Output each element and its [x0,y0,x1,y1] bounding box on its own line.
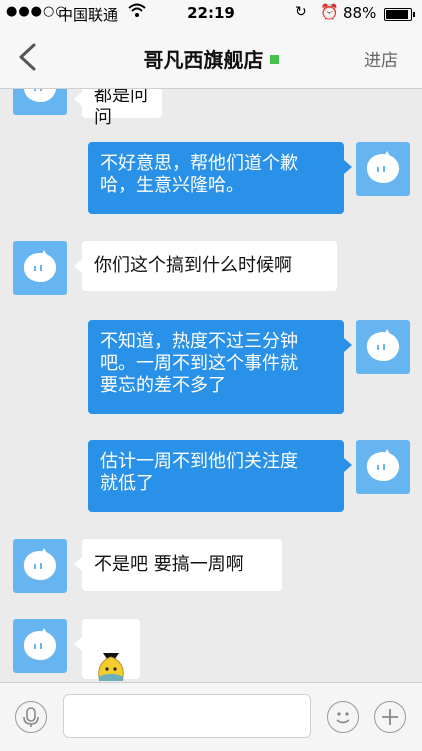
top-bar: ●●●○○ 中国联通 22:19 ↻ ⏰ 88% 哥凡西旗舰店 进店 [0,0,422,89]
message-bubble-outgoing: 估计一周不到他们关注度 就低了 [88,440,352,512]
message-bubble-outgoing: 不好意思，帮他们道个歉 哈，生意兴隆哈。 [88,142,352,214]
message-input[interactable] [63,694,311,738]
voice-button[interactable] [15,701,47,733]
chat-area[interactable]: 都是问问 不好意思，帮他们道个歉 哈，生意兴隆哈。 你们这个搞到什么时候啊 不知… [0,89,422,681]
sticker-message [74,619,140,681]
battery-percent: 88% [343,4,377,22]
input-bar [0,682,422,751]
wangwang-avatar-icon [23,250,57,282]
shop-name: 哥凡西旗舰店 [143,48,264,72]
avatar[interactable] [356,440,410,494]
emoji-icon [336,712,350,724]
message-bubble-outgoing: 不知道，热度不过三分钟 吧。一周不到这个事件就 要忘的差不多了 [88,320,352,414]
more-button[interactable] [374,701,406,733]
message-bubble-incoming: 你们这个搞到什么时候啊 [74,241,337,291]
wangwang-avatar-icon [24,89,56,102]
online-status-dot [269,55,279,64]
enter-shop-button[interactable]: 进店 [364,46,398,71]
microphone-icon [23,707,39,727]
message-bubble-incoming: 不是吧 要搞一周啊 [74,539,282,591]
avatar[interactable] [13,619,67,673]
wangwang-avatar-icon [366,449,400,481]
wangwang-avatar-icon [23,628,57,660]
status-bar: ●●●○○ 中国联通 22:19 ↻ ⏰ 88% [0,0,422,28]
battery-icon [384,8,415,21]
pear-sticker-icon [98,653,124,681]
avatar[interactable] [13,539,67,593]
wangwang-avatar-icon [23,548,57,580]
plus-icon [382,709,398,725]
emoji-button[interactable] [327,701,359,733]
avatar[interactable] [356,142,410,196]
avatar[interactable] [356,320,410,374]
page-title: 哥凡西旗舰店 [0,44,422,73]
wangwang-avatar-icon [366,151,400,183]
avatar[interactable] [13,89,67,115]
message-bubble-incoming: 都是问问 [74,89,162,128]
rotation-lock-icon: ↻ [295,4,307,20]
nav-bar: 哥凡西旗舰店 进店 [0,28,422,88]
wangwang-avatar-icon [366,329,400,361]
avatar[interactable] [13,241,67,295]
alarm-icon: ⏰ [320,3,339,21]
